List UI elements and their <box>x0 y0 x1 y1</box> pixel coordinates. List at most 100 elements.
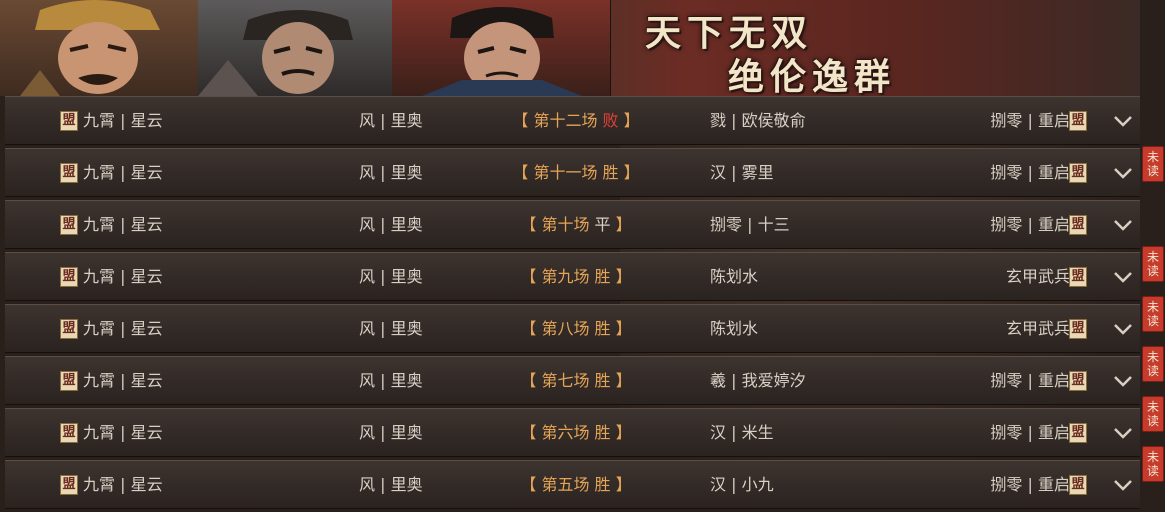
expand-chevron-icon[interactable] <box>1112 214 1134 236</box>
opponent-guild: 玄甲武兵 <box>1005 267 1070 286</box>
expand-chevron-icon[interactable] <box>1112 370 1134 392</box>
match-outcome: 胜 <box>602 163 619 182</box>
alliance-badge-icon: 盟 <box>60 163 78 183</box>
result-bracket-close: 】 <box>610 319 632 338</box>
alliance-badge-icon: 盟 <box>1069 371 1087 391</box>
expand-chevron-icon[interactable] <box>1112 266 1134 288</box>
alliance-badge-icon: 盟 <box>60 423 78 443</box>
match-outcome: 胜 <box>594 371 611 390</box>
opponent-guild: 捌零 | 重启 <box>990 163 1070 182</box>
own-commander: 风 | 里奥 <box>359 371 423 390</box>
alliance-badge-icon: 盟 <box>60 215 78 235</box>
expand-chevron-icon[interactable] <box>1112 474 1134 496</box>
result-bracket-open: 【 <box>520 371 542 390</box>
match-outcome: 胜 <box>594 267 611 286</box>
opponent-guild: 捌零 | 重启 <box>990 423 1070 442</box>
own-commander: 风 | 里奥 <box>359 475 423 494</box>
match-round: 第六场 <box>541 423 595 442</box>
alliance-badge-icon: 盟 <box>1069 111 1087 131</box>
unread-badge: 未读 <box>1142 346 1164 382</box>
slogan-line-2: 绝伦逸群 <box>728 56 897 96</box>
match-result: 【 第八场 胜 】 <box>505 305 647 352</box>
own-guild-player: 九霄 | 星云 <box>83 475 163 494</box>
own-commander: 风 | 里奥 <box>359 267 423 286</box>
match-result: 【 第十一场 胜 】 <box>505 149 647 196</box>
match-round: 第十场 <box>541 215 595 234</box>
battle-record-row[interactable]: 盟 九霄 | 星云 风 | 里奥 【 第十场 平 】 捌零 | 十三 捌零 | … <box>5 200 1140 249</box>
opponent-guild: 捌零 | 重启 <box>990 371 1070 390</box>
own-commander: 风 | 里奥 <box>359 319 423 338</box>
alliance-badge-icon: 盟 <box>60 475 78 495</box>
match-round: 第五场 <box>541 475 595 494</box>
own-commander: 风 | 里奥 <box>359 111 423 130</box>
own-guild-player: 九霄 | 星云 <box>83 111 163 130</box>
opponent-player: 汉 | 雾里 <box>710 163 774 182</box>
alliance-badge-icon: 盟 <box>1069 163 1087 183</box>
battle-record-row[interactable]: 盟 九霄 | 星云 风 | 里奥 【 第五场 胜 】 汉 | 小九 捌零 | 重… <box>5 460 1140 509</box>
result-bracket-close: 】 <box>618 163 640 182</box>
battle-record-row[interactable]: 盟 九霄 | 星云 风 | 里奥 【 第八场 胜 】 陈划水 玄甲武兵 盟 <box>5 304 1140 353</box>
expand-chevron-icon[interactable] <box>1112 110 1134 132</box>
result-bracket-close: 】 <box>610 267 632 286</box>
own-guild-player: 九霄 | 星云 <box>83 371 163 390</box>
own-commander: 风 | 里奥 <box>359 163 423 182</box>
match-result: 【 第十二场 败 】 <box>505 97 647 144</box>
battle-record-row[interactable]: 盟 九霄 | 星云 风 | 里奥 【 第十一场 胜 】 汉 | 雾里 捌零 | … <box>5 148 1140 197</box>
opponent-guild: 捌零 | 重启 <box>990 111 1070 130</box>
unread-badge: 未读 <box>1142 446 1164 482</box>
unread-badge: 未读 <box>1142 146 1164 182</box>
result-bracket-close: 】 <box>610 475 632 494</box>
general-portrait-1 <box>0 0 199 96</box>
unread-badge: 未读 <box>1142 246 1164 282</box>
opponent-guild: 捌零 | 重启 <box>990 215 1070 234</box>
alliance-badge-icon: 盟 <box>1069 267 1087 287</box>
own-guild-player: 九霄 | 星云 <box>83 267 163 286</box>
result-bracket-close: 】 <box>610 371 632 390</box>
unread-badge: 未读 <box>1142 396 1164 432</box>
expand-chevron-icon[interactable] <box>1112 162 1134 184</box>
battle-record-row[interactable]: 盟 九霄 | 星云 风 | 里奥 【 第十二场 败 】 戮 | 欧侯敬俞 捌零 … <box>5 96 1140 145</box>
alliance-badge-icon: 盟 <box>60 371 78 391</box>
expand-chevron-icon[interactable] <box>1112 422 1134 444</box>
match-round: 第九场 <box>541 267 595 286</box>
match-round: 第八场 <box>541 319 595 338</box>
result-bracket-open: 【 <box>520 423 542 442</box>
alliance-badge-icon: 盟 <box>1069 475 1087 495</box>
general-portrait-3 <box>392 0 611 96</box>
opponent-guild: 玄甲武兵 <box>1005 319 1070 338</box>
alliance-badge-icon: 盟 <box>1069 319 1087 339</box>
match-outcome: 胜 <box>594 319 611 338</box>
battle-record-row[interactable]: 盟 九霄 | 星云 风 | 里奥 【 第七场 胜 】 羲 | 我爱婷汐 捌零 |… <box>5 356 1140 405</box>
own-guild-player: 九霄 | 星云 <box>83 215 163 234</box>
result-bracket-close: 】 <box>610 423 632 442</box>
battle-record-row[interactable]: 盟 九霄 | 星云 风 | 里奥 【 第九场 胜 】 陈划水 玄甲武兵 盟 <box>5 252 1140 301</box>
battle-record-row[interactable]: 盟 九霄 | 星云 风 | 里奥 【 第六场 胜 】 汉 | 米生 捌零 | 重… <box>5 408 1140 457</box>
match-result: 【 第七场 胜 】 <box>505 357 647 404</box>
own-commander: 风 | 里奥 <box>359 423 423 442</box>
opponent-player: 戮 | 欧侯敬俞 <box>710 111 806 130</box>
own-commander: 风 | 里奥 <box>359 215 423 234</box>
match-round: 第十一场 <box>533 163 603 182</box>
expand-chevron-icon[interactable] <box>1112 318 1134 340</box>
unread-badge: 未读 <box>1142 296 1164 332</box>
alliance-badge-icon: 盟 <box>1069 215 1087 235</box>
match-outcome: 平 <box>594 215 611 234</box>
match-result: 【 第六场 胜 】 <box>505 409 647 456</box>
result-bracket-close: 】 <box>618 111 640 130</box>
match-result: 【 第十场 平 】 <box>505 201 647 248</box>
own-guild-player: 九霄 | 星云 <box>83 163 163 182</box>
match-result: 【 第五场 胜 】 <box>505 461 647 508</box>
result-bracket-open: 【 <box>520 267 542 286</box>
match-round: 第七场 <box>541 371 595 390</box>
match-round: 第十二场 <box>533 111 603 130</box>
result-bracket-open: 【 <box>520 475 542 494</box>
match-outcome: 胜 <box>594 423 611 442</box>
opponent-player: 羲 | 我爱婷汐 <box>710 371 806 390</box>
match-outcome: 胜 <box>594 475 611 494</box>
result-bracket-open: 【 <box>512 163 534 182</box>
match-result: 【 第九场 胜 】 <box>505 253 647 300</box>
opponent-player: 汉 | 小九 <box>710 475 774 494</box>
alliance-badge-icon: 盟 <box>60 267 78 287</box>
alliance-badge-icon: 盟 <box>60 319 78 339</box>
battle-record-list: 盟 九霄 | 星云 风 | 里奥 【 第十二场 败 】 戮 | 欧侯敬俞 捌零 … <box>5 96 1140 512</box>
